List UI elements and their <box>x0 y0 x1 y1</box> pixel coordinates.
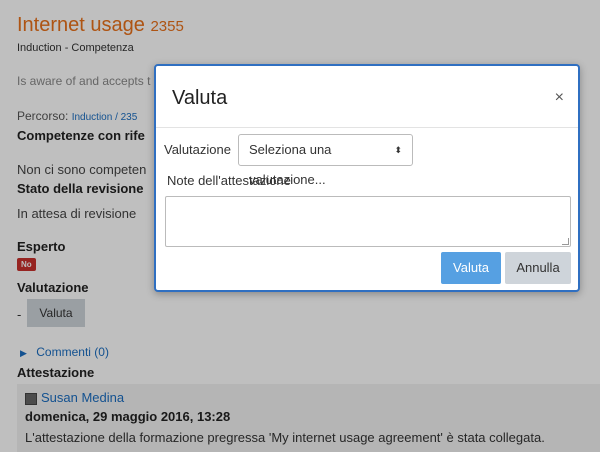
note-label: Note dell'attestazione <box>167 173 291 188</box>
valutazione-label: Valutazione <box>164 142 231 157</box>
select-arrows-icon: ⬍ <box>394 145 402 155</box>
valuta-dialog: Valuta × Valutazione Seleziona una valut… <box>154 64 580 292</box>
valuta-submit-button[interactable]: Valuta <box>441 252 501 284</box>
resize-handle-icon[interactable] <box>562 238 569 245</box>
valutazione-select[interactable]: Seleziona una valutazione... ⬍ <box>238 134 413 187</box>
note-textarea[interactable] <box>165 196 571 247</box>
modal-header: Valuta × <box>156 66 578 128</box>
annulla-button[interactable]: Annulla <box>505 252 571 284</box>
modal-title: Valuta <box>172 87 228 109</box>
close-icon[interactable]: × <box>555 90 564 106</box>
